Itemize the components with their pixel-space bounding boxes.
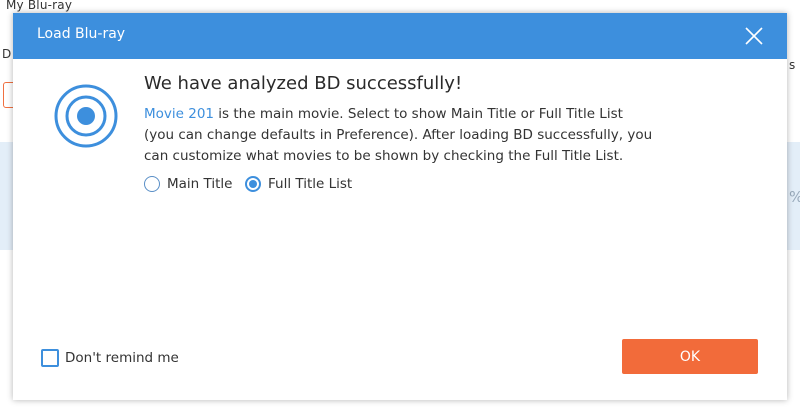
background-right-text: s (789, 58, 796, 72)
radio-full-title-list-circle[interactable] (245, 176, 261, 192)
dialog-description: Movie 201 is the main movie. Select to s… (144, 104, 704, 167)
background-app-title: My Blu-ray (6, 0, 73, 12)
close-button[interactable] (739, 21, 769, 51)
radio-main-title[interactable]: Main Title (144, 173, 232, 195)
dont-remind-label: Don't remind me (65, 350, 179, 366)
description-line-3: can customize what movies to be shown by… (144, 148, 624, 164)
dont-remind-option[interactable]: Don't remind me (41, 348, 179, 368)
main-movie-link[interactable]: Movie 201 (144, 106, 214, 122)
ok-button[interactable]: OK (622, 339, 758, 374)
radio-full-title-list[interactable]: Full Title List (245, 173, 352, 195)
dont-remind-checkbox[interactable] (41, 349, 59, 367)
background-right-glyph: % (789, 188, 800, 206)
load-bluray-dialog: Load Blu-ray We have analyzed BD success… (13, 13, 787, 400)
dialog-titlebar: Load Blu-ray (13, 13, 787, 59)
radio-full-title-list-label: Full Title List (268, 176, 353, 192)
dialog-headline: We have analyzed BD successfully! (144, 73, 463, 94)
description-line-1: Movie 201 is the main movie. Select to s… (144, 104, 704, 125)
background-left-text: D (2, 47, 12, 61)
description-line-2: (you can change defaults in Preference).… (144, 127, 653, 143)
dialog-title: Load Blu-ray (37, 26, 126, 42)
radio-main-title-circle[interactable] (144, 176, 160, 192)
close-icon (745, 27, 763, 45)
radio-main-title-label: Main Title (167, 176, 233, 192)
description-line-1-text: is the main movie. Select to show Main T… (214, 106, 623, 122)
disc-icon (53, 83, 119, 149)
